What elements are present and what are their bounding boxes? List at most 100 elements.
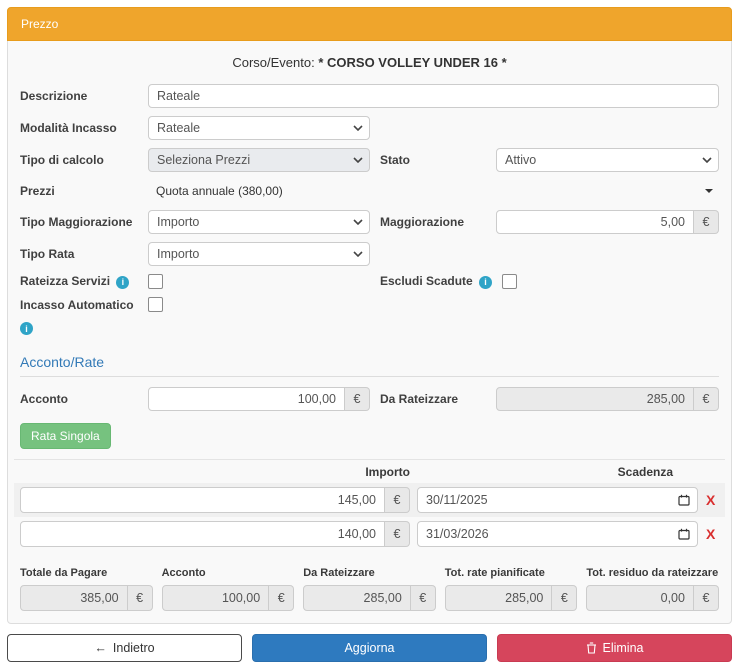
arrow-left-icon: ← [94,641,107,655]
total-col: Tot. rate pianificate € [445,567,578,611]
total-col: Acconto € [162,567,295,611]
euro-addon: € [345,387,370,411]
euro-addon: € [269,585,294,611]
info-icon[interactable]: i [479,276,492,289]
incasso-automatico-checkbox[interactable] [148,297,163,312]
panel-header: Prezzo [7,7,732,41]
rate-importo-input[interactable] [20,521,385,547]
course-label: Corso/Evento: [232,55,314,70]
indietro-label: Indietro [113,641,155,655]
total-label: Da Rateizzare [303,567,436,579]
total-col: Da Rateizzare € [303,567,436,611]
total-label: Tot. rate pianificate [445,567,578,579]
rate-scadenza-input[interactable] [417,521,698,547]
modalita-incasso-label: Modalità Incasso [20,121,148,135]
rateizza-servizi-label: Rateizza Servizi i [20,274,148,288]
row-rateizza-escludi: Rateizza Servizi i Escludi Scadute i [20,274,719,289]
rata-singola-button[interactable]: Rata Singola [20,423,111,449]
escludi-scadute-text: Escludi Scadute [380,274,473,288]
tipo-calcolo-label: Tipo di calcolo [20,153,148,167]
scadenza-header: Scadenza [410,465,719,479]
descrizione-input[interactable] [148,84,719,108]
tipo-maggiorazione-label: Tipo Maggiorazione [20,215,148,229]
acconto-input[interactable] [148,387,345,411]
euro-addon: € [128,585,153,611]
euro-addon: € [385,487,410,513]
divider [20,376,719,377]
descrizione-label: Descrizione [20,89,148,103]
tipo-rata-label: Tipo Rata [20,247,148,261]
total-group: € [445,585,578,611]
prezzi-label: Prezzi [20,184,148,198]
total-label: Tot. residuo da rateizzare [586,567,719,579]
total-group: € [20,585,153,611]
maggiorazione-input[interactable] [496,210,694,234]
rate-pianificate-input [445,585,553,611]
rate-row: € X [14,517,725,551]
euro-addon: € [694,585,719,611]
rate-scadenza-input[interactable] [417,487,698,513]
total-group: € [586,585,719,611]
tipo-calcolo-select[interactable]: Seleziona Prezzi [148,148,370,172]
rate-scadenza-wrap [417,521,698,547]
rateizza-servizi-text: Rateizza Servizi [20,274,110,288]
panel-title: Prezzo [21,17,58,31]
incasso-automatico-label: Incasso Automatico [20,298,148,312]
residuo-rateizzare-input [586,585,694,611]
acconto-label: Acconto [20,392,148,406]
euro-addon: € [694,387,719,411]
row-descrizione: Descrizione [20,84,719,108]
aggiorna-label: Aggiorna [344,641,394,655]
rate-table-header: Importo Scadenza [14,460,725,483]
delete-row-icon[interactable]: X [706,493,715,507]
total-group: € [162,585,295,611]
tipo-maggiorazione-selectwrap: Importo [148,210,370,234]
rate-row: € X [14,483,725,517]
actions-bar: ← Indietro Aggiorna Elimina [7,634,732,662]
euro-addon: € [385,521,410,547]
euro-addon: € [552,585,577,611]
delete-row-icon[interactable]: X [706,527,715,541]
euro-addon: € [694,210,719,234]
rate-importo-group: € [20,521,410,547]
totale-da-pagare-input [20,585,128,611]
euro-addon: € [411,585,436,611]
elimina-label: Elimina [603,641,644,655]
tipo-calcolo-selectwrap: Seleziona Prezzi [148,148,370,172]
info-icon[interactable]: i [116,276,129,289]
da-rateizzare-label: Da Rateizzare [380,392,496,406]
totals-row: Totale da Pagare € Acconto € Da Rateizza… [20,567,719,611]
row-tipo-calcolo-stato: Tipo di calcolo Seleziona Prezzi Stato A… [20,148,719,172]
importo-header: Importo [20,465,410,479]
elimina-button[interactable]: Elimina [497,634,732,662]
section-acconto-rate: Acconto/Rate [20,354,719,370]
acconto-total-input [162,585,270,611]
trash-icon [586,642,597,654]
rate-importo-input[interactable] [20,487,385,513]
acconto-group: € [148,387,370,411]
row-prezzi: Prezzi Quota annuale (380,00) [20,180,719,202]
da-rateizzare-group: € [496,387,719,411]
total-col: Tot. residuo da rateizzare € [586,567,719,611]
info-icon[interactable]: i [20,322,33,335]
course-name: * CORSO VOLLEY UNDER 16 * [318,55,506,70]
rateizza-servizi-checkbox[interactable] [148,274,163,289]
aggiorna-button[interactable]: Aggiorna [252,634,487,662]
rate-table: Importo Scadenza € X € [14,459,725,551]
tipo-rata-select[interactable]: Importo [148,242,370,266]
modalita-incasso-select[interactable]: Rateale [148,116,370,140]
indietro-button[interactable]: ← Indietro [7,634,242,662]
rate-importo-group: € [20,487,410,513]
total-col: Totale da Pagare € [20,567,153,611]
stato-selectwrap: Attivo [496,148,719,172]
panel-body: Corso/Evento: * CORSO VOLLEY UNDER 16 * … [8,41,731,623]
rate-scadenza-wrap [417,487,698,513]
da-rateizzare-input [496,387,694,411]
total-label: Totale da Pagare [20,567,153,579]
prezzi-dropdown[interactable]: Quota annuale (380,00) [148,180,719,202]
escludi-scadute-checkbox[interactable] [502,274,517,289]
total-label: Acconto [162,567,295,579]
stato-select[interactable]: Attivo [496,148,719,172]
tipo-maggiorazione-select[interactable]: Importo [148,210,370,234]
tipo-rata-selectwrap: Importo [148,242,370,266]
